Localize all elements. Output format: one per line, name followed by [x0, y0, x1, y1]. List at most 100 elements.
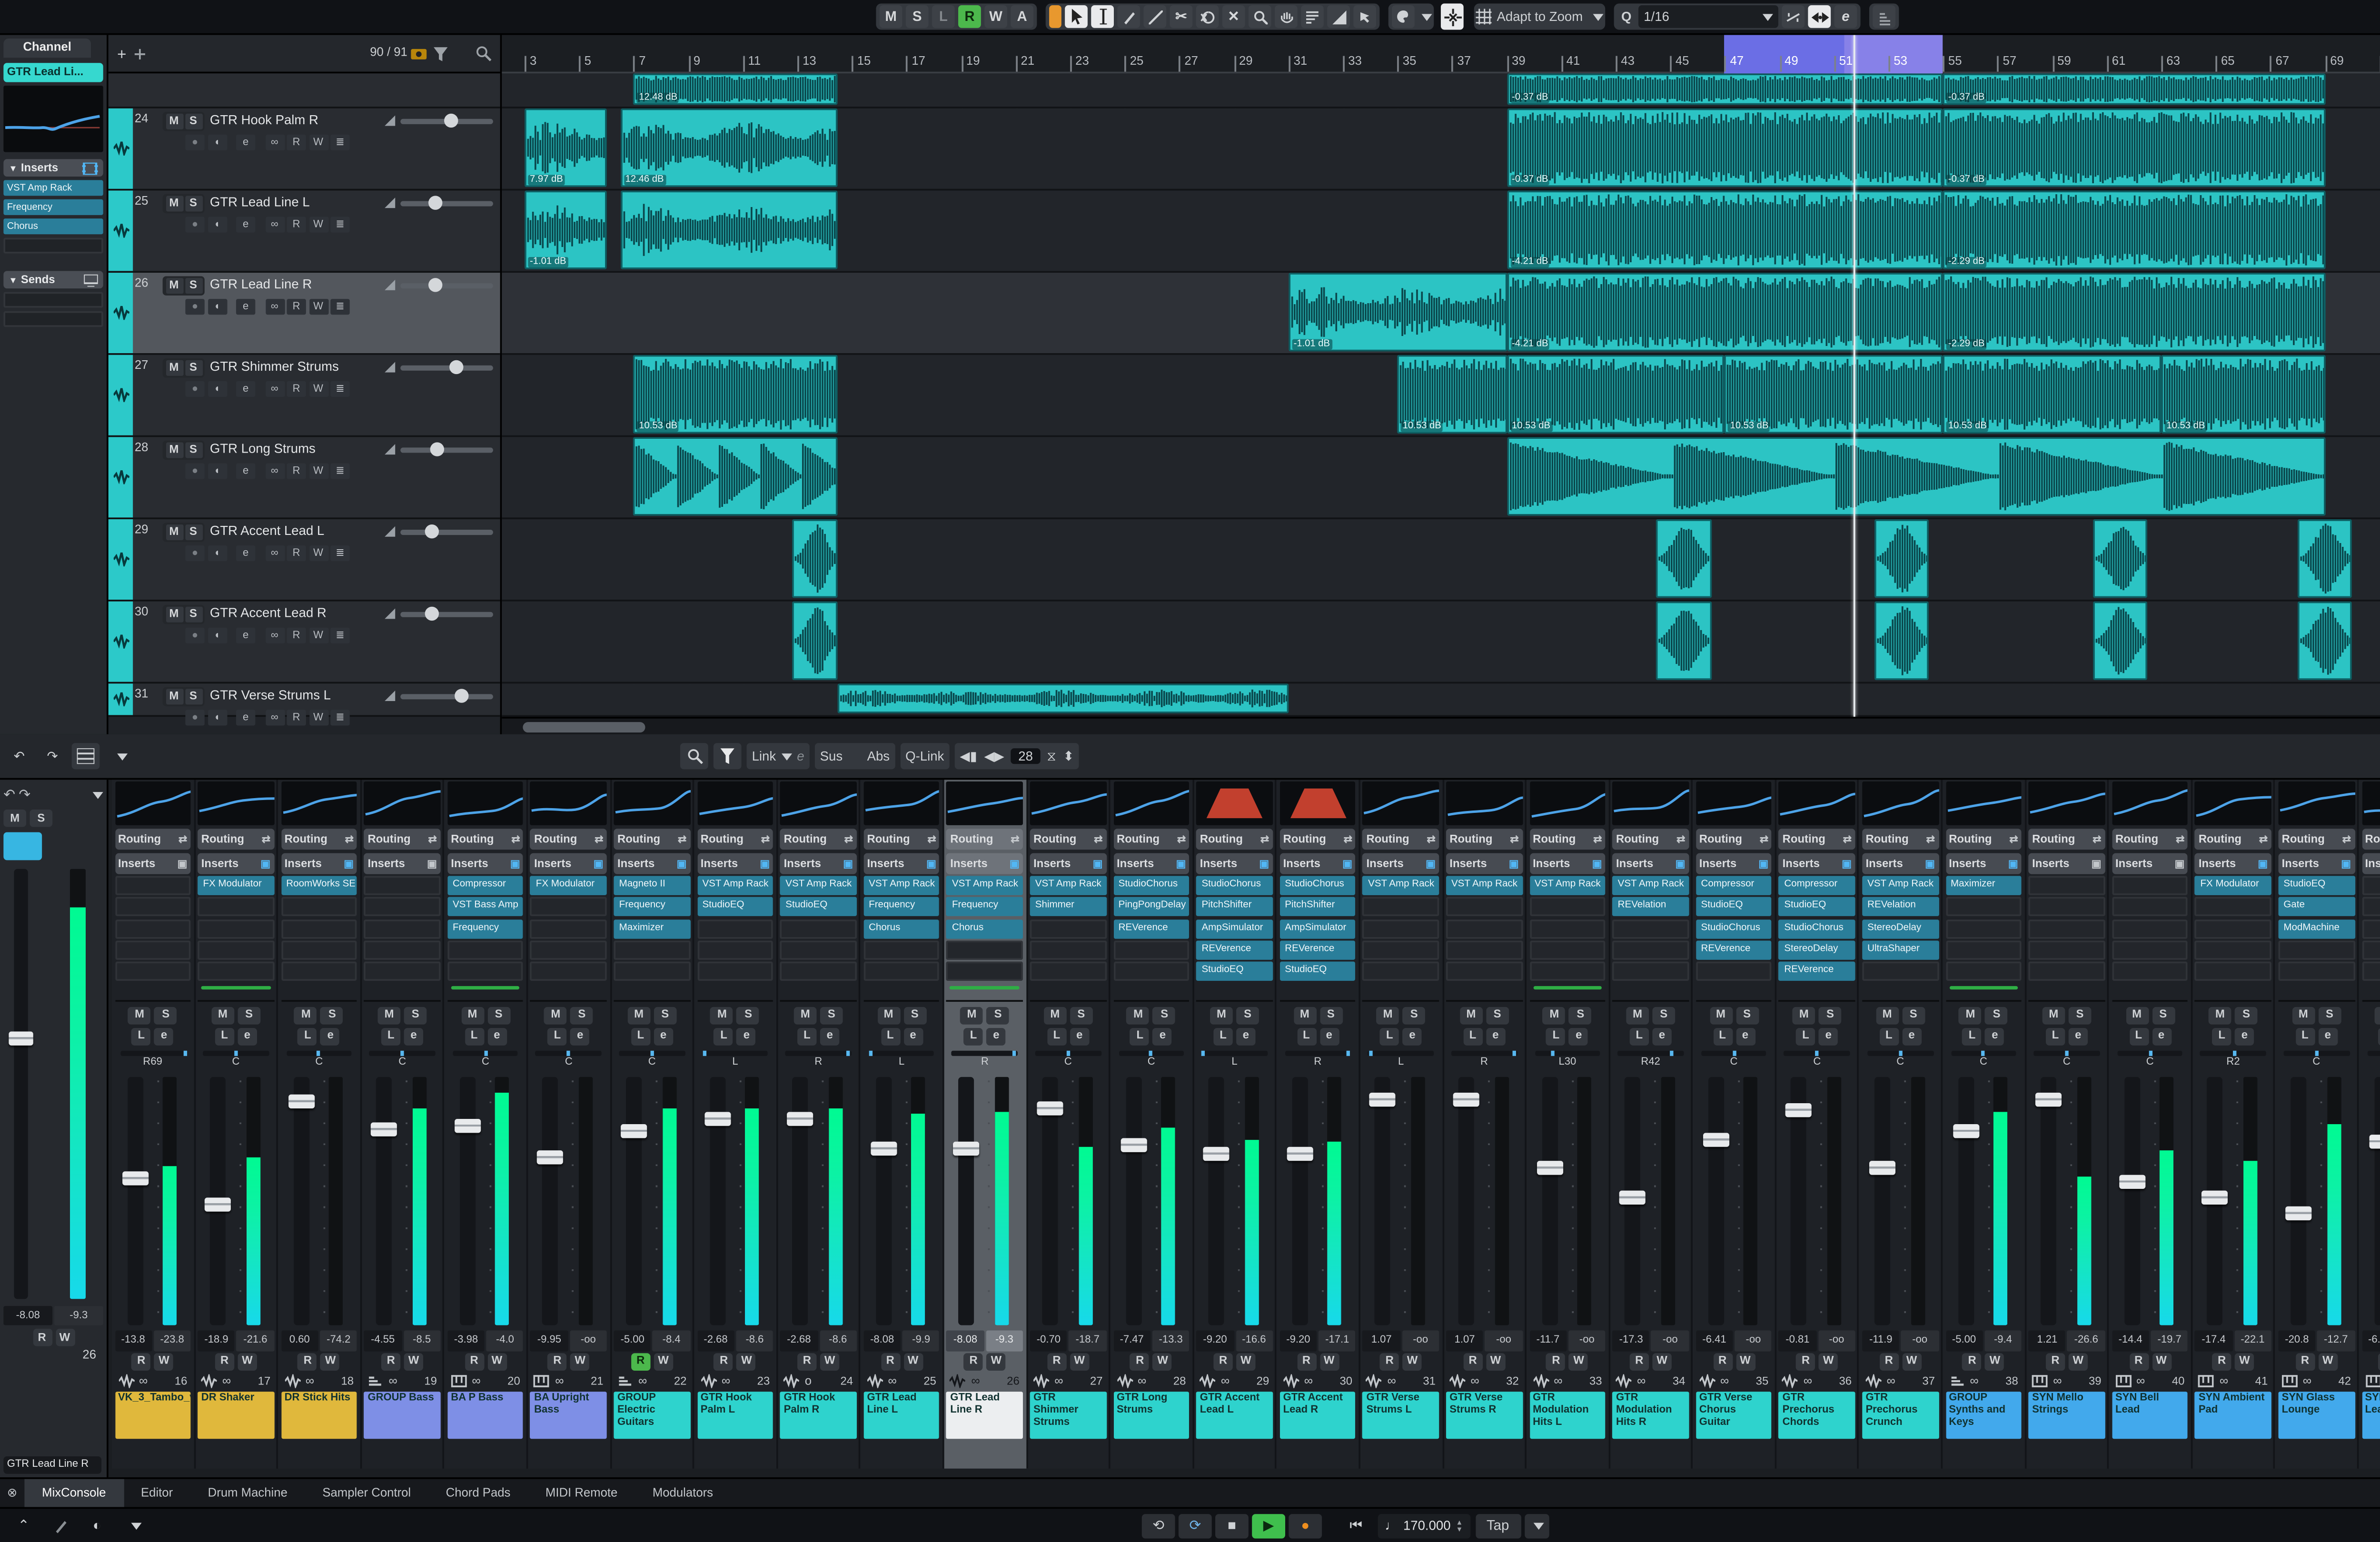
- channel-db-value[interactable]: -14.4: [2112, 1330, 2149, 1351]
- insert-slot[interactable]: [1446, 961, 1522, 980]
- record-enable-button[interactable]: ●: [185, 381, 204, 397]
- pan-control[interactable]: L: [1363, 1049, 1439, 1072]
- channel-edit-button[interactable]: e: [238, 1028, 257, 1046]
- channel-db-value[interactable]: -17.4: [2195, 1330, 2232, 1351]
- insert-slot[interactable]: [1613, 919, 1689, 938]
- channel-solo-button[interactable]: S: [737, 1007, 760, 1025]
- monitor-button[interactable]: ◖: [207, 299, 226, 315]
- volume-slider[interactable]: [400, 282, 493, 287]
- track-name[interactable]: GTR Hook Palm R: [210, 112, 318, 128]
- insert-slot[interactable]: [364, 919, 440, 938]
- insert-slot[interactable]: REVerence: [1696, 940, 1772, 959]
- channel-curve-thumbnail[interactable]: [1030, 781, 1106, 825]
- track-solo-button[interactable]: S: [185, 360, 202, 376]
- pan-control[interactable]: C: [614, 1049, 690, 1072]
- inserts-rack-header[interactable]: Inserts▣: [2361, 853, 2380, 874]
- monitor-button[interactable]: ◖: [207, 217, 226, 233]
- record-enable-button[interactable]: ●: [185, 463, 204, 479]
- channel-curve-thumbnail[interactable]: [1862, 781, 1938, 825]
- channel-solo-button[interactable]: S: [987, 1007, 1010, 1025]
- audio-event[interactable]: -0.37 dB: [1507, 109, 1943, 187]
- insert-slot[interactable]: [2361, 876, 2380, 895]
- channel-listen-button[interactable]: L: [1130, 1028, 1150, 1046]
- channel-mute-button[interactable]: M: [211, 1007, 234, 1025]
- insert-slot[interactable]: VST Amp Rack: [1363, 876, 1439, 895]
- inserts-rack-header[interactable]: Inserts▣: [1113, 853, 1190, 874]
- fader-track[interactable]: [1458, 1077, 1474, 1325]
- mlz-fader-track[interactable]: [14, 869, 28, 1299]
- lane-display-button[interactable]: ≣: [330, 463, 349, 479]
- track-row[interactable]: 27MSGTR Shimmer Strums●◖e∞RW≣: [109, 355, 500, 437]
- channel-name[interactable]: GTR Prechorus Crunch: [1862, 1392, 1938, 1439]
- routing-rack-header[interactable]: Routing⇄: [1279, 829, 1356, 850]
- routing-rack-header[interactable]: Routing⇄: [1113, 829, 1190, 850]
- send-level-bar[interactable]: [1949, 986, 2018, 990]
- channel-mute-button[interactable]: M: [1876, 1007, 1899, 1025]
- insert-slot[interactable]: [1529, 961, 1606, 980]
- channel-listen-button[interactable]: L: [1713, 1028, 1732, 1046]
- routing-rack-header[interactable]: Routing⇄: [2029, 829, 2105, 850]
- insert-slot[interactable]: [1363, 940, 1439, 959]
- channel-db-value[interactable]: -0.70: [1030, 1330, 1067, 1351]
- insert-slot[interactable]: [614, 940, 690, 959]
- undo-icon[interactable]: ↶: [5, 743, 33, 769]
- volume-slider-knob[interactable]: [428, 195, 442, 209]
- read-automation-button[interactable]: R: [287, 545, 306, 561]
- channel-peak-value[interactable]: -4.0: [486, 1330, 524, 1351]
- pan-control[interactable]: L: [863, 1049, 940, 1072]
- monitor-button[interactable]: ◖: [207, 463, 226, 479]
- channel-db-value[interactable]: 1.21: [2029, 1330, 2066, 1351]
- lane-display-button[interactable]: ≣: [330, 135, 349, 150]
- audio-event[interactable]: [634, 437, 838, 515]
- insert-slot[interactable]: [2278, 940, 2354, 959]
- line-tool[interactable]: [1143, 5, 1166, 28]
- channel-edit-button[interactable]: e: [1902, 1028, 1921, 1046]
- insert-slot[interactable]: [2029, 876, 2105, 895]
- insert-slot[interactable]: [2029, 919, 2105, 938]
- channel-strip-24[interactable]: Routing⇄Inserts▣VST Amp RackStudioEQMSLe…: [778, 780, 861, 1468]
- record-enable-button[interactable]: ●: [185, 135, 204, 150]
- channel-read-button[interactable]: R: [1297, 1353, 1316, 1371]
- track-solo-button[interactable]: S: [185, 607, 202, 623]
- channel-write-button[interactable]: W: [820, 1353, 839, 1371]
- cycle-button[interactable]: ⟳: [1179, 1513, 1212, 1537]
- channel-strip-30[interactable]: Routing⇄Inserts▣StudioChorusPitchShifter…: [1277, 780, 1360, 1468]
- channel-mute-button[interactable]: M: [128, 1007, 151, 1025]
- channel-peak-value[interactable]: -oo: [1485, 1330, 1522, 1351]
- fader-cap[interactable]: [455, 1119, 481, 1133]
- fader-cap[interactable]: [1120, 1138, 1146, 1152]
- audio-event[interactable]: [2093, 602, 2148, 680]
- pan-control[interactable]: L: [697, 1049, 773, 1072]
- inserts-rack-header[interactable]: Inserts▣: [1613, 853, 1689, 874]
- fader-cap[interactable]: [1703, 1132, 1729, 1146]
- auto-scroll-button[interactable]: [1049, 5, 1061, 28]
- hand-tool[interactable]: [1275, 5, 1298, 28]
- insert-slot[interactable]: VST Amp Rack: [863, 876, 940, 895]
- track-solo-button[interactable]: S: [185, 196, 202, 211]
- insert-slot[interactable]: VST Bass Amp: [447, 898, 524, 917]
- channel-strip-41[interactable]: Routing⇄Inserts▣FX ModulatorMSLeR2-17.4-…: [2192, 780, 2276, 1468]
- channel-peak-value[interactable]: -oo: [1735, 1330, 1772, 1351]
- audio-event[interactable]: -0.37 dB: [1507, 73, 1943, 105]
- channel-strip-37[interactable]: Routing⇄Inserts▣VST Amp RackREVelationSt…: [1860, 780, 1943, 1468]
- inserts-rack-header[interactable]: Inserts▣: [2195, 853, 2271, 874]
- channel-mute-button[interactable]: M: [1709, 1007, 1732, 1025]
- volume-slider-knob[interactable]: [455, 688, 468, 702]
- routing-rack-header[interactable]: Routing⇄: [1779, 829, 1855, 850]
- audio-event[interactable]: 10.53 dB: [1398, 355, 1507, 434]
- channel-mute-button[interactable]: M: [2375, 1007, 2380, 1025]
- read-automation-button[interactable]: R: [287, 135, 306, 150]
- zoom-tool[interactable]: [1249, 5, 1271, 28]
- channel-db-value[interactable]: -6.85: [2361, 1330, 2380, 1351]
- channel-solo-button[interactable]: S: [1236, 1007, 1259, 1025]
- track-row[interactable]: 31MSGTR Verse Strums L●◖e∞RW≣: [109, 683, 500, 717]
- inserts-rack-header[interactable]: Inserts▣: [1196, 853, 1272, 874]
- horizontal-scrollbar[interactable]: [502, 717, 2380, 734]
- routing-rack-header[interactable]: Routing⇄: [1696, 829, 1772, 850]
- channel-strip-27[interactable]: Routing⇄Inserts▣VST Amp RackShimmerMSLeC…: [1027, 780, 1111, 1468]
- fader-cap[interactable]: [1619, 1190, 1646, 1204]
- channel-solo-button[interactable]: S: [1985, 1007, 2008, 1025]
- channel-peak-value[interactable]: -9.4: [1984, 1330, 2022, 1351]
- channel-strip-36[interactable]: Routing⇄Inserts▣CompressorStudioEQStudio…: [1776, 780, 1860, 1468]
- channel-solo-button[interactable]: S: [1403, 1007, 1426, 1025]
